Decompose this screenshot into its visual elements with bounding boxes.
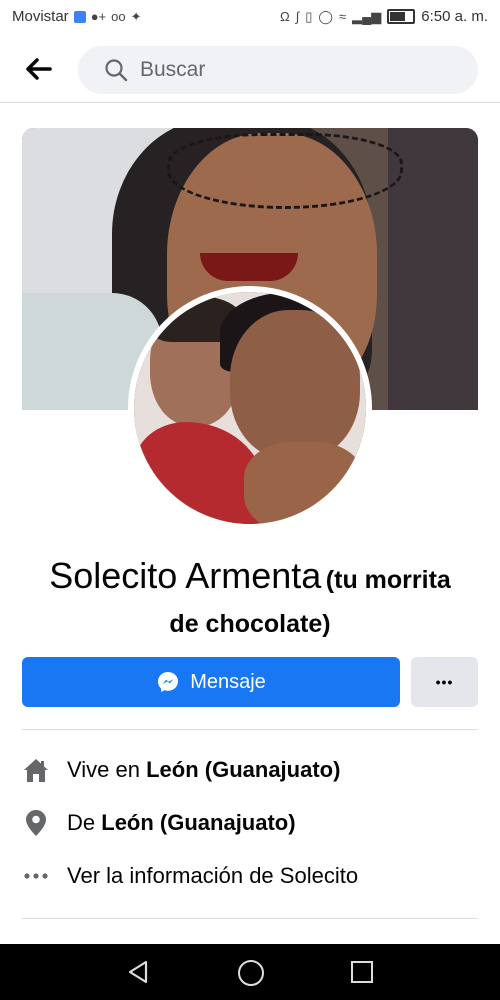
search-bar[interactable] xyxy=(78,46,478,94)
twitter-icon: ✦ xyxy=(130,8,142,24)
home-icon xyxy=(22,756,50,784)
bluetooth-icon: ∫ xyxy=(295,9,300,24)
back-triangle-icon[interactable] xyxy=(127,960,149,984)
lives-in-place[interactable]: León (Guanajuato) xyxy=(146,757,340,782)
headset-icon: Ω xyxy=(279,9,290,24)
messenger-icon xyxy=(158,672,179,692)
status-right: Ω ∫ ▯ ◯ ≈ ▂▄▆ 6:50 a. m. xyxy=(280,8,488,25)
more-options-label: ••• xyxy=(435,674,454,690)
alarm-icon: ◯ xyxy=(318,8,333,24)
more-dots-icon xyxy=(22,862,50,890)
profile-picture[interactable] xyxy=(128,286,372,530)
signal-icon: ▂▄▆ xyxy=(352,8,382,24)
more-options-button[interactable]: ••• xyxy=(411,657,478,707)
message-button[interactable]: Mensaje xyxy=(22,657,400,707)
divider xyxy=(22,729,478,730)
profile-name-main: Solecito Armenta xyxy=(49,555,322,596)
search-icon xyxy=(105,59,128,82)
clock-label: 6:50 a. m. xyxy=(421,8,488,25)
info-row-more-info[interactable]: Ver la información de Solecito xyxy=(22,856,478,896)
person-add-icon: ●+ xyxy=(90,9,107,24)
battery-icon xyxy=(387,9,416,24)
top-bar xyxy=(0,36,500,103)
profile-name: Solecito Armenta (tu morrita de chocolat… xyxy=(0,556,500,648)
vibrate-icon: ▯ xyxy=(305,8,313,24)
system-nav-bar xyxy=(0,944,500,1000)
back-button[interactable] xyxy=(22,54,56,84)
from-place[interactable]: León (Guanajuato) xyxy=(101,810,295,835)
carrier-label: Movistar xyxy=(12,8,69,25)
info-row-lives-in: Vive en León (Guanajuato) xyxy=(22,750,478,790)
location-pin-icon xyxy=(22,809,50,837)
status-left: Movistar ●+ oo ✦ xyxy=(12,8,142,25)
status-bar: Movistar ●+ oo ✦ Ω ∫ ▯ ◯ ≈ ▂▄▆ 6:50 a. m… xyxy=(0,0,500,36)
voicemail-icon: oo xyxy=(111,9,126,24)
wifi-icon: ≈ xyxy=(338,9,347,24)
profile-nickname-line2: de chocolate) xyxy=(169,610,331,638)
divider-bottom xyxy=(22,918,478,919)
shield-icon xyxy=(73,10,86,23)
profile-nickname-line1: (tu morrita xyxy=(325,566,451,594)
info-row-from: De León (Guanajuato) xyxy=(22,803,478,843)
search-input[interactable] xyxy=(138,57,442,83)
back-arrow-icon xyxy=(26,58,52,80)
lives-in-prefix: Vive en xyxy=(67,757,147,782)
home-circle-icon[interactable] xyxy=(238,960,264,986)
recents-square-icon[interactable] xyxy=(351,961,373,983)
from-prefix: De xyxy=(67,810,102,835)
message-button-label: Mensaje xyxy=(190,670,266,693)
see-about-link[interactable]: Ver la información de Solecito xyxy=(67,863,358,889)
avatar xyxy=(134,292,366,524)
lace-mask xyxy=(167,133,403,209)
